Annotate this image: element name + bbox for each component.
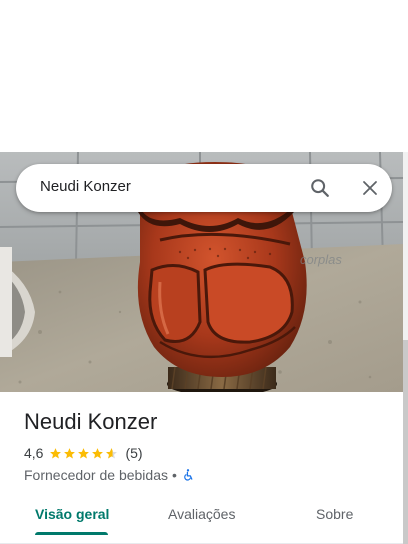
star-full-icon — [50, 447, 62, 458]
blank-header-area — [0, 0, 408, 152]
rating-value: 4,6 — [24, 445, 44, 461]
close-icon — [363, 181, 377, 195]
star-full-icon — [64, 447, 76, 458]
place-info: Neudi Konzer 4,6 (5) Fornecedor de bebid… — [24, 408, 394, 484]
place-tabs: Visão geral Avaliações Sobre — [0, 492, 403, 544]
place-category[interactable]: Fornecedor de bebidas — [24, 467, 168, 483]
tab-overview[interactable]: Visão geral — [35, 504, 109, 524]
tab-reviews[interactable]: Avaliações — [168, 504, 235, 524]
clear-search-button[interactable] — [356, 174, 384, 202]
rating-row[interactable]: 4,6 (5) — [24, 444, 394, 462]
star-full-icon — [92, 447, 104, 458]
star-full-icon — [78, 447, 90, 458]
place-name: Neudi Konzer — [24, 409, 158, 434]
search-icon — [311, 179, 329, 197]
category-row: Fornecedor de bebidas • — [24, 466, 394, 484]
review-count[interactable]: (5) — [125, 445, 142, 461]
scrollbar-thumb[interactable] — [403, 340, 408, 544]
search-button[interactable] — [306, 174, 334, 202]
separator-dot: • — [172, 467, 177, 483]
wheelchair-accessible-icon — [184, 469, 193, 481]
search-box[interactable]: Neudi Konzer — [16, 164, 392, 212]
photo-watermark: corplas — [300, 252, 342, 267]
search-input[interactable]: Neudi Konzer — [40, 178, 131, 195]
tab-about[interactable]: Sobre — [316, 504, 353, 524]
active-tab-indicator — [35, 532, 108, 535]
star-rating — [49, 447, 119, 460]
star-half-icon — [106, 447, 118, 458]
